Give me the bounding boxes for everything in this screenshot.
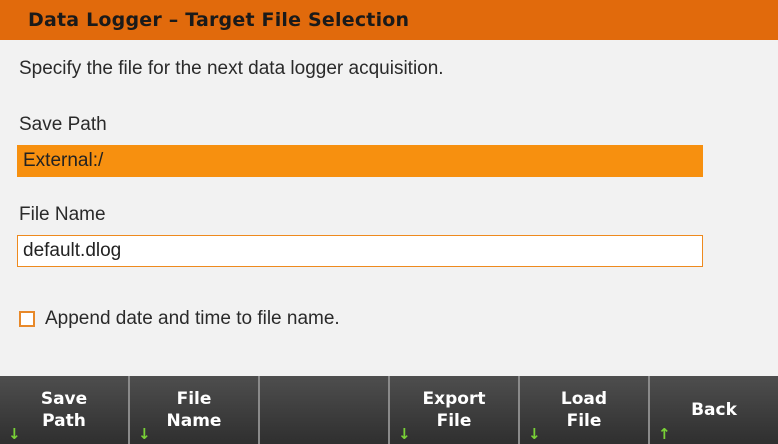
instruction-text: Specify the file for the next data logge… <box>19 58 444 79</box>
softkey-label-line2: Path <box>42 411 86 431</box>
down-arrow-icon: ↓ <box>528 425 541 443</box>
save-path-field[interactable]: External:/ <box>17 145 703 177</box>
down-arrow-icon: ↓ <box>138 425 151 443</box>
save-path-label: Save Path <box>19 114 107 135</box>
back-softkey[interactable]: Back ↑ <box>650 376 778 444</box>
append-date-label: Append date and time to file name. <box>45 308 340 329</box>
softkey-label-line1: Load <box>560 389 608 409</box>
dialog-title: Data Logger – Target File Selection <box>0 0 778 40</box>
file-name-label: File Name <box>19 204 106 225</box>
file-name-softkey[interactable]: File Name ↓ <box>130 376 260 444</box>
export-file-softkey[interactable]: Export File ↓ <box>390 376 520 444</box>
file-name-field[interactable]: default.dlog <box>17 235 703 267</box>
softkey-label-line1: File <box>176 389 212 409</box>
softkey-label-line1: Save <box>40 389 88 409</box>
dialog-content: Specify the file for the next data logge… <box>0 40 778 376</box>
softkey-bar: Save Path ↓ File Name ↓ Export File ↓ Lo… <box>0 376 778 444</box>
load-file-softkey[interactable]: Load File ↓ <box>520 376 650 444</box>
empty-softkey[interactable] <box>260 376 390 444</box>
save-path-softkey[interactable]: Save Path ↓ <box>0 376 130 444</box>
softkey-label-line2: File <box>566 411 602 431</box>
down-arrow-icon: ↓ <box>8 425 21 443</box>
down-arrow-icon: ↓ <box>398 425 411 443</box>
softkey-label-line1: Back <box>691 400 737 420</box>
append-date-option[interactable]: Append date and time to file name. <box>19 308 340 330</box>
softkey-label-line2: File <box>436 411 472 431</box>
softkey-label-line2: Name <box>166 411 222 431</box>
softkey-label-line1: Export <box>422 389 486 409</box>
append-date-checkbox[interactable] <box>19 311 35 327</box>
up-arrow-icon: ↑ <box>658 425 671 443</box>
